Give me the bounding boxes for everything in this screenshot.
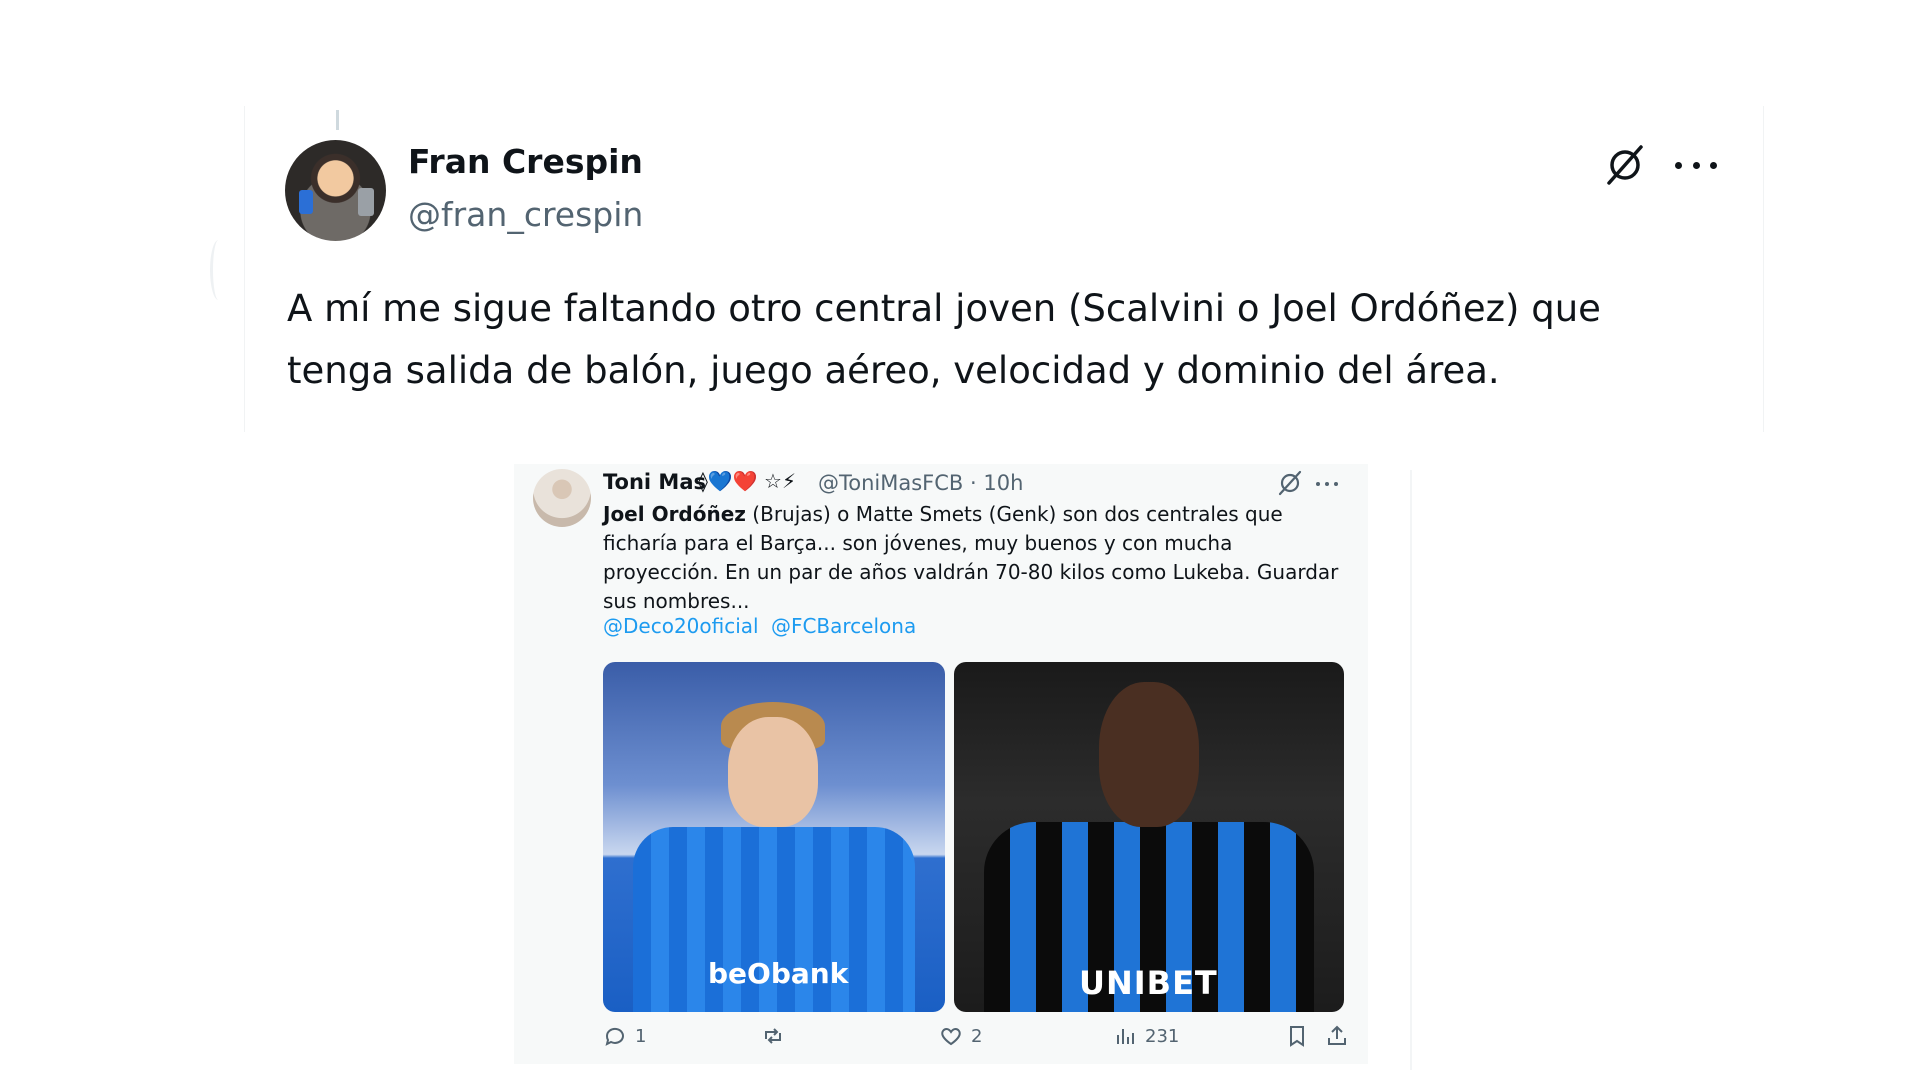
more-dot: [1325, 482, 1329, 486]
reply-button[interactable]: 1: [603, 1024, 646, 1048]
mention-link[interactable]: @FCBarcelona: [771, 614, 916, 638]
like-count: 2: [971, 1025, 983, 1047]
decorative-arc: [210, 240, 227, 300]
thread-line: [336, 110, 339, 130]
more-dot: [1675, 161, 1682, 169]
embed-edge: [1410, 470, 1412, 1070]
retweet-button[interactable]: [761, 1024, 785, 1048]
like-button[interactable]: 2: [939, 1024, 982, 1048]
mention-link[interactable]: @Deco20oficial: [603, 614, 759, 638]
more-dot: [1334, 482, 1338, 486]
retweet-icon: [765, 1028, 781, 1044]
more-dot: [1692, 161, 1700, 169]
player-head: [728, 717, 818, 827]
quoted-mentions: @Deco20oficial @FCBarcelona: [603, 614, 922, 638]
player-photo-genk[interactable]: beObank: [603, 662, 945, 1012]
quoted-text-bold: Joel Ordóñez: [603, 502, 746, 526]
player-photo-brugge[interactable]: UNIBET: [954, 662, 1344, 1012]
sponsor-logo: beObank: [708, 957, 849, 990]
author-handle[interactable]: @fran_crespin: [408, 195, 643, 234]
share-icon: [1328, 1025, 1346, 1045]
views-count: 231: [1145, 1025, 1180, 1047]
views-icon: [1117, 1029, 1134, 1044]
quoted-handle-time[interactable]: @ToniMasFCB · 10h: [818, 471, 1023, 495]
grok-icon[interactable]: [1276, 469, 1304, 497]
quoted-emoji-badges: ◊💙❤️ ☆⚡: [698, 469, 797, 493]
bookmark-button[interactable]: [1285, 1024, 1309, 1048]
more-dot: [1316, 482, 1320, 486]
quoted-tweet[interactable]: Toni Mas ◊💙❤️ ☆⚡ @ToniMasFCB · 10h Joel …: [514, 464, 1368, 1064]
more-icon[interactable]: [1316, 480, 1338, 488]
tweet-text: A mí me sigue faltando otro central jove…: [287, 287, 1601, 392]
avatar[interactable]: [285, 140, 386, 241]
action-bar: 1 2 231: [603, 1024, 1346, 1054]
share-button[interactable]: [1325, 1024, 1349, 1048]
quoted-avatar[interactable]: [533, 469, 591, 527]
reply-icon: [605, 1027, 624, 1046]
bookmark-icon: [1290, 1026, 1304, 1047]
player-head: [1099, 682, 1199, 827]
more-dot: [1710, 161, 1717, 169]
avatar-phone: [299, 190, 313, 214]
views-button[interactable]: 231: [1113, 1024, 1179, 1048]
quoted-text: Joel Ordóñez (Brujas) o Matte Smets (Gen…: [603, 500, 1343, 616]
grok-icon[interactable]: [1603, 143, 1647, 187]
like-icon: [941, 1027, 961, 1046]
more-icon[interactable]: [1675, 150, 1717, 180]
reply-count: 1: [635, 1025, 647, 1047]
author-name[interactable]: Fran Crespin: [408, 142, 643, 181]
avatar-can: [358, 188, 374, 216]
sponsor-logo: UNIBET: [1079, 964, 1218, 1002]
quoted-author-name[interactable]: Toni Mas: [603, 470, 706, 494]
